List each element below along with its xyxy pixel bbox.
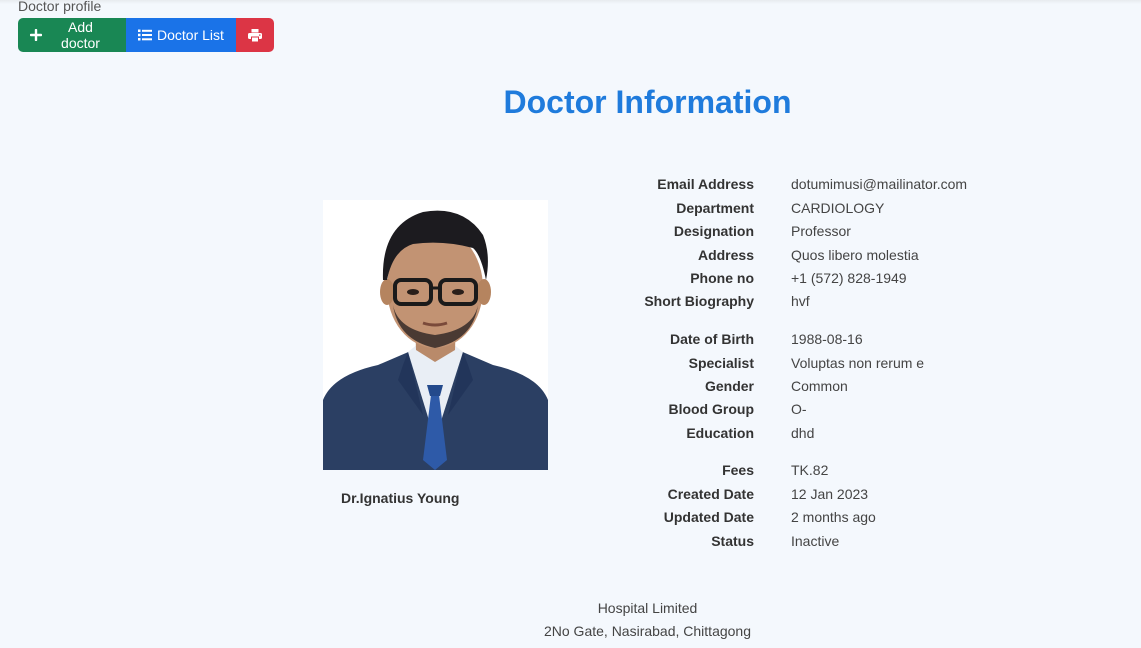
info-key: Gender bbox=[704, 378, 754, 394]
info-row-blood-group: Blood Group O- bbox=[560, 399, 1120, 419]
print-button[interactable] bbox=[236, 18, 274, 52]
info-key: Date of Birth bbox=[670, 331, 754, 347]
info-value: +1 (572) 828-1949 bbox=[791, 270, 907, 286]
doctor-name: Dr.Ignatius Young bbox=[341, 490, 460, 506]
info-key: Education bbox=[686, 425, 754, 441]
info-value: hvf bbox=[791, 293, 810, 309]
info-row-specialist: Specialist Voluptas non rerum e bbox=[560, 353, 1120, 373]
info-key: Phone no bbox=[690, 270, 754, 286]
add-doctor-button[interactable]: Add doctor bbox=[18, 18, 126, 52]
info-key: Created Date bbox=[667, 486, 754, 502]
doctor-list-label: Doctor List bbox=[157, 27, 224, 43]
info-value: dotumimusi@mailinator.com bbox=[791, 176, 968, 192]
info-key: Short Biography bbox=[644, 293, 754, 309]
info-row-designation: Designation Professor bbox=[560, 221, 1120, 241]
info-value: Voluptas non rerum e bbox=[791, 355, 925, 371]
page-title: Doctor Information bbox=[503, 84, 792, 120]
info-value: 2 months ago bbox=[791, 509, 876, 525]
info-key: Fees bbox=[722, 462, 754, 478]
list-icon bbox=[138, 29, 152, 41]
info-key: Department bbox=[676, 200, 754, 216]
info-row-fees: Fees TK.82 bbox=[560, 460, 1120, 480]
info-value: TK.82 bbox=[791, 462, 829, 478]
info-key: Blood Group bbox=[668, 401, 754, 417]
info-value: Professor bbox=[791, 223, 851, 239]
info-key: Updated Date bbox=[663, 509, 754, 525]
info-value: Quos libero molestia bbox=[791, 247, 919, 263]
info-key: Designation bbox=[673, 223, 754, 239]
info-row-phone: Phone no +1 (572) 828-1949 bbox=[560, 268, 1120, 288]
info-key: Email Address bbox=[657, 176, 754, 192]
info-key: Address bbox=[697, 247, 754, 263]
top-bar-shadow bbox=[0, 0, 1141, 4]
info-value: O- bbox=[791, 401, 807, 417]
info-row-biography: Short Biography hvf bbox=[560, 291, 1120, 311]
info-row-education: Education dhd bbox=[560, 423, 1120, 443]
info-value: 12 Jan 2023 bbox=[791, 486, 869, 502]
info-value: dhd bbox=[791, 425, 815, 441]
toolbar: Add doctor Doctor List bbox=[18, 18, 274, 52]
add-doctor-label: Add doctor bbox=[61, 19, 100, 51]
info-row-gender: Gender Common bbox=[560, 376, 1120, 396]
info-row-department: Department CARDIOLOGY bbox=[560, 198, 1120, 218]
info-key: Status bbox=[711, 533, 754, 549]
printer-icon bbox=[248, 28, 262, 42]
info-value: 1988-08-16 bbox=[791, 331, 863, 347]
info-value: Common bbox=[791, 378, 848, 394]
footer-address: 2No Gate, Nasirabad, Chittagong bbox=[543, 623, 751, 639]
info-row-status: Status Inactive bbox=[560, 531, 1120, 551]
status-value: Inactive bbox=[791, 533, 840, 549]
info-row-address: Address Quos libero molestia bbox=[560, 245, 1120, 265]
footer-hospital-name: Hospital Limited bbox=[597, 600, 698, 616]
info-row-dob: Date of Birth 1988-08-16 bbox=[560, 329, 1120, 349]
doctor-photo bbox=[323, 200, 548, 470]
info-row-created-date: Created Date 12 Jan 2023 bbox=[560, 484, 1120, 504]
plus-icon bbox=[30, 29, 42, 41]
info-row-email: Email Address dotumimusi@mailinator.com bbox=[560, 174, 1120, 194]
info-value: CARDIOLOGY bbox=[791, 200, 885, 216]
doctor-list-button[interactable]: Doctor List bbox=[126, 18, 236, 52]
page-label: Doctor profile bbox=[18, 0, 102, 14]
info-row-updated-date: Updated Date 2 months ago bbox=[560, 507, 1120, 527]
info-key: Specialist bbox=[688, 355, 754, 371]
